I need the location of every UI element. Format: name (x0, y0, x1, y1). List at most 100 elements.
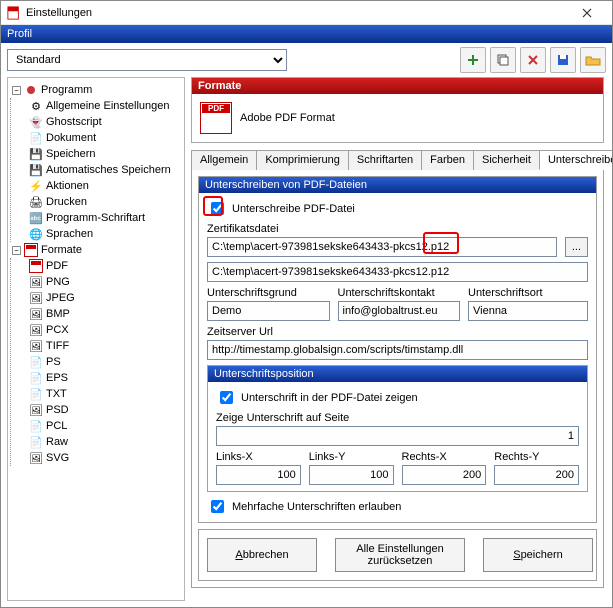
tab-allgemein[interactable]: Allgemein (191, 150, 257, 170)
cert-label: Zertifikatsdatei (207, 223, 588, 235)
cert-path-input[interactable] (207, 237, 557, 257)
tree-item[interactable]: 🖼BMP (27, 306, 182, 322)
collapse-icon[interactable]: − (12, 86, 21, 95)
format-panel: Formate Adobe PDF Format (191, 77, 604, 143)
lx-input[interactable] (216, 465, 301, 485)
tree-item[interactable]: 🌐Sprachen (27, 226, 182, 242)
position-group: Unterschriftsposition Unterschrift in de… (207, 365, 588, 492)
profile-select[interactable]: Standard (7, 49, 287, 71)
sign-group-header: Unterschreiben von PDF-Dateien (199, 177, 596, 193)
tiff-icon: 🖼 (29, 339, 43, 353)
save-icon: 💾 (29, 147, 43, 161)
browse-cert-button[interactable]: ... (565, 237, 588, 257)
tree-item[interactable]: ⚙Allgemeine Einstellungen (27, 98, 182, 114)
collapse-icon[interactable]: − (12, 246, 21, 255)
autosave-icon: 💾 (29, 163, 43, 177)
txt-icon: 📄 (29, 387, 43, 401)
timeserver-input[interactable] (207, 340, 588, 360)
rx-input[interactable] (402, 465, 487, 485)
tree-item[interactable]: 📄Dokument (27, 130, 182, 146)
sign-group: Unterschreiben von PDF-Dateien Unterschr… (198, 176, 597, 523)
tree-item[interactable]: 🖼PSD (27, 402, 182, 418)
tab-schriftarten[interactable]: Schriftarten (348, 150, 422, 170)
tree-view[interactable]: − Programm ⚙Allgemeine Einstellungen 👻Gh… (7, 77, 185, 601)
tree-item[interactable]: 📄TXT (27, 386, 182, 402)
psd-icon: 🖼 (29, 403, 43, 417)
svg-icon: 🖼 (29, 451, 43, 465)
tree-item[interactable]: 💾Automatisches Speichern (27, 162, 182, 178)
tree-item[interactable]: 🖨Drucken (27, 194, 182, 210)
tree-label: Programm (41, 84, 92, 96)
tab-body: Unterschreiben von PDF-Dateien Unterschr… (191, 170, 604, 588)
pdf-icon (29, 259, 43, 273)
cancel-button[interactable]: Abbrechen (207, 538, 317, 572)
location-label: Unterschriftsort (468, 287, 588, 299)
pdf-icon (200, 102, 232, 134)
cert-echo-input[interactable] (207, 262, 588, 282)
location-input[interactable] (468, 301, 588, 321)
tree-node-programm[interactable]: − Programm (10, 82, 182, 98)
tree-item[interactable]: 📄PCL (27, 418, 182, 434)
format-name: Adobe PDF Format (240, 112, 335, 124)
ry-label: Rechts-Y (494, 451, 579, 463)
delete-profile-button[interactable] (520, 47, 546, 73)
pcl-icon: 📄 (29, 419, 43, 433)
tree-item[interactable]: 🖼JPEG (27, 290, 182, 306)
close-button[interactable] (568, 2, 606, 24)
show-signature-checkbox[interactable] (220, 391, 233, 404)
tree-item[interactable]: 📄EPS (27, 370, 182, 386)
tree-item[interactable]: 👻Ghostscript (27, 114, 182, 130)
tab-sicherheit[interactable]: Sicherheit (473, 150, 540, 170)
sign-pdf-checkbox[interactable] (211, 202, 224, 215)
toolbar: Standard (1, 43, 612, 77)
tree-node-formate[interactable]: − Formate (10, 242, 182, 258)
reason-label: Unterschriftsgrund (207, 287, 330, 299)
tree-item[interactable]: PDF (27, 258, 182, 274)
font-icon: 🔤 (29, 211, 43, 225)
tab-strip: Allgemein Komprimierung Schriftarten Far… (191, 149, 604, 170)
tree-item[interactable]: 💾Speichern (27, 146, 182, 162)
ly-input[interactable] (309, 465, 394, 485)
tab-unterschreiben[interactable]: Unterschreiben (539, 150, 612, 170)
multi-sign-checkbox[interactable] (211, 500, 224, 513)
page-input[interactable] (216, 426, 579, 446)
tree-item[interactable]: 🖼SVG (27, 450, 182, 466)
tree-item[interactable]: 🔤Programm-Schriftart (27, 210, 182, 226)
tree-label: Formate (41, 244, 82, 256)
rx-label: Rechts-X (402, 451, 487, 463)
tab-komprimierung[interactable]: Komprimierung (256, 150, 349, 170)
tree-item[interactable]: ⚡Aktionen (27, 178, 182, 194)
timeserver-label: Zeitserver Url (207, 326, 588, 338)
tab-farben[interactable]: Farben (421, 150, 474, 170)
open-profile-button[interactable] (580, 47, 606, 73)
tree-item[interactable]: 🖼PNG (27, 274, 182, 290)
print-icon: 🖨 (29, 195, 43, 209)
reset-button[interactable]: Alle Einstellungen zurücksetzen (335, 538, 465, 572)
save-profile-button[interactable] (550, 47, 576, 73)
add-profile-button[interactable] (460, 47, 486, 73)
reason-input[interactable] (207, 301, 330, 321)
settings-icon: ⚙ (29, 99, 43, 113)
language-icon: 🌐 (29, 227, 43, 241)
pdf-icon (24, 243, 38, 257)
tree-item[interactable]: 🖼PCX (27, 322, 182, 338)
jpeg-icon: 🖼 (29, 291, 43, 305)
tree-item[interactable]: 📄PS (27, 354, 182, 370)
ry-input[interactable] (494, 465, 579, 485)
titlebar: Einstellungen (1, 1, 612, 25)
tree-item[interactable]: 🖼TIFF (27, 338, 182, 354)
gear-icon (24, 83, 38, 97)
contact-input[interactable] (338, 301, 461, 321)
png-icon: 🖼 (29, 275, 43, 289)
format-header: Formate (192, 78, 603, 94)
copy-profile-button[interactable] (490, 47, 516, 73)
ghost-icon: 👻 (29, 115, 43, 129)
tree-item[interactable]: 📄Raw (27, 434, 182, 450)
pcx-icon: 🖼 (29, 323, 43, 337)
lx-label: Links-X (216, 451, 301, 463)
raw-icon: 📄 (29, 435, 43, 449)
sign-pdf-label: Unterschreibe PDF-Datei (232, 203, 355, 215)
ps-icon: 📄 (29, 355, 43, 369)
save-button[interactable]: Speichern (483, 538, 593, 572)
document-icon: 📄 (29, 131, 43, 145)
